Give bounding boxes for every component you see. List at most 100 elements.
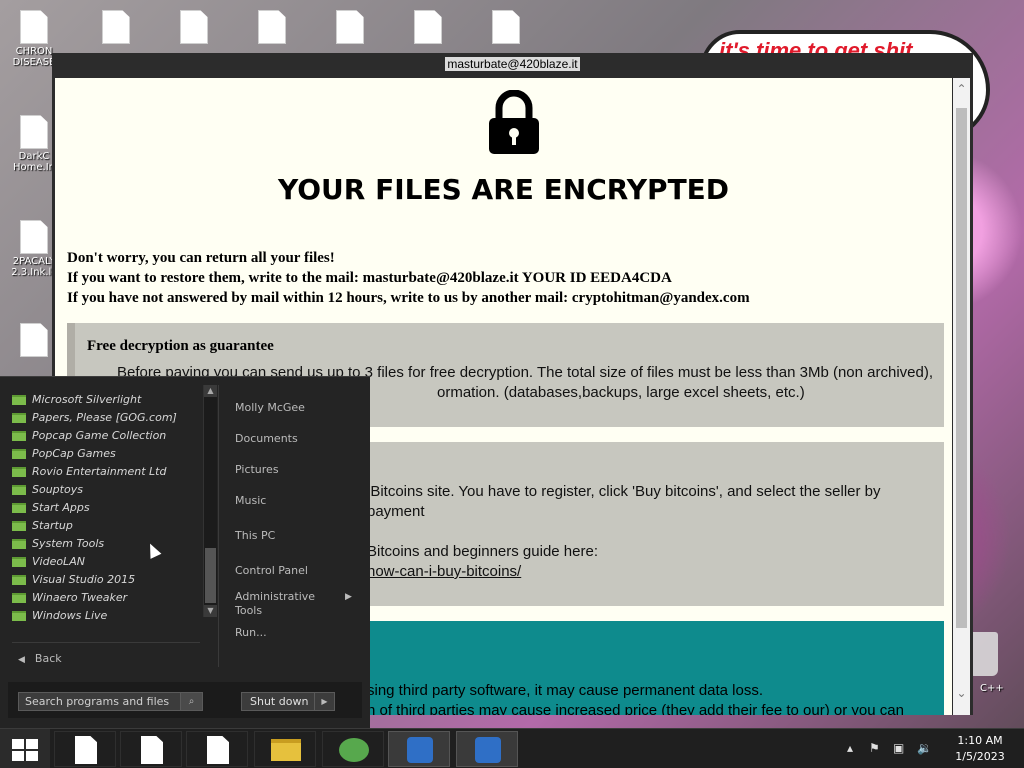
program-folder[interactable]: Microsoft Silverlight bbox=[12, 393, 141, 411]
folder-icon bbox=[12, 503, 26, 513]
bitcoin-guide-link[interactable]: how-can-i-buy-bitcoins/ bbox=[367, 562, 667, 582]
program-folder[interactable]: Rovio Entertainment Ltd bbox=[12, 465, 166, 483]
folder-icon bbox=[12, 431, 26, 441]
flag-icon[interactable]: ⚑ bbox=[869, 741, 880, 755]
taskbar-item-document[interactable] bbox=[120, 731, 182, 767]
program-folder[interactable]: Popcap Game Collection bbox=[12, 429, 166, 447]
search-input[interactable]: Search programs and files ⌕ bbox=[18, 692, 203, 711]
scrollbar-thumb[interactable] bbox=[205, 548, 216, 603]
guarantee-heading: Free decryption as guarantee bbox=[87, 338, 274, 354]
shutdown-label: Shut down bbox=[250, 695, 309, 708]
windows-logo-icon bbox=[12, 739, 38, 761]
window-title: masturbate@420blaze.it bbox=[445, 57, 580, 71]
program-folder[interactable]: System Tools bbox=[12, 537, 104, 555]
desktop-icon-top-2[interactable] bbox=[86, 10, 146, 44]
folder-icon bbox=[271, 739, 301, 761]
taskbar-item-document[interactable] bbox=[54, 731, 116, 767]
info-line: If you want to restore them, write to th… bbox=[67, 270, 672, 286]
volume-icon[interactable]: 🔉 bbox=[917, 741, 932, 755]
desktop-icon-top-3[interactable] bbox=[164, 10, 224, 44]
desktop-icon-top-7[interactable] bbox=[476, 10, 536, 44]
start-menu: Microsoft Silverlight Papers, Please [GO… bbox=[0, 376, 370, 730]
messenger-icon bbox=[339, 738, 369, 762]
start-item-this-pc[interactable]: This PC bbox=[235, 529, 275, 543]
program-folder[interactable]: Papers, Please [GOG.com] bbox=[12, 411, 177, 429]
back-button[interactable]: ◀ Back bbox=[18, 652, 62, 665]
installer-icon bbox=[407, 737, 433, 763]
desktop-icon-top-4[interactable] bbox=[242, 10, 302, 44]
start-item-pictures[interactable]: Pictures bbox=[235, 463, 279, 477]
folder-icon bbox=[12, 575, 26, 585]
program-folder[interactable]: Windows Live bbox=[12, 609, 107, 627]
document-icon bbox=[20, 10, 48, 44]
document-icon bbox=[336, 10, 364, 44]
document-icon bbox=[20, 115, 48, 149]
start-item-user[interactable]: Molly McGee bbox=[235, 401, 305, 415]
page-title: YOUR FILES ARE ENCRYPTED bbox=[277, 173, 730, 206]
window-titlebar[interactable]: masturbate@420blaze.it bbox=[52, 53, 973, 75]
taskbar: ▴ ⚑ ▣ 🔉 1:10 AM 1/5/2023 bbox=[0, 728, 1024, 768]
programs-list: Microsoft Silverlight Papers, Please [GO… bbox=[8, 385, 218, 625]
desktop-icon-top-6[interactable] bbox=[398, 10, 458, 44]
recycle-bin-label: C++ bbox=[980, 683, 1004, 694]
program-folder[interactable]: Startup bbox=[12, 519, 73, 537]
scroll-up-arrow[interactable]: ⌃ bbox=[953, 82, 970, 99]
network-icon[interactable]: ▣ bbox=[893, 741, 904, 755]
program-folder[interactable]: Start Apps bbox=[12, 501, 90, 519]
start-item-control-panel[interactable]: Control Panel bbox=[235, 564, 308, 578]
guarantee-text: ormation. (databases,backups, large exce… bbox=[437, 384, 805, 401]
taskbar-item-installer[interactable] bbox=[388, 731, 450, 767]
content-scrollbar[interactable]: ⌃ ⌄ bbox=[953, 78, 970, 715]
bitcoin-text: Bitcoins and beginners guide here: bbox=[367, 543, 598, 560]
programs-scrollbar[interactable]: ▲ ▼ bbox=[203, 385, 217, 617]
document-icon bbox=[414, 10, 442, 44]
scroll-up-arrow[interactable]: ▲ bbox=[204, 385, 217, 397]
program-folder[interactable]: PopCap Games bbox=[12, 447, 116, 465]
scroll-down-arrow[interactable]: ▼ bbox=[204, 605, 217, 617]
program-folder[interactable]: VideoLAN bbox=[12, 555, 85, 573]
start-button[interactable] bbox=[0, 729, 50, 768]
taskbar-item-document[interactable] bbox=[186, 731, 248, 767]
desktop-icon-top-5[interactable] bbox=[320, 10, 380, 44]
divider bbox=[12, 642, 200, 643]
back-arrow-icon: ◀ bbox=[18, 655, 25, 665]
attention-text: n of third parties may cause increased p… bbox=[367, 702, 904, 715]
taskbar-item-messenger[interactable] bbox=[322, 731, 384, 767]
info-line: Don't worry, you can return all your fil… bbox=[67, 250, 335, 266]
divider bbox=[218, 385, 219, 667]
folder-icon bbox=[12, 611, 26, 621]
chevron-right-icon: ▶ bbox=[345, 592, 352, 602]
scroll-down-arrow[interactable]: ⌄ bbox=[953, 686, 970, 703]
document-icon bbox=[492, 10, 520, 44]
program-folder[interactable]: Visual Studio 2015 bbox=[12, 573, 135, 591]
start-item-admin-tools[interactable]: Administrative Tools ▶ bbox=[235, 590, 352, 618]
taskbar-item-installer-2[interactable] bbox=[456, 731, 518, 767]
start-menu-bottom: Search programs and files ⌕ Shut down ▶ bbox=[8, 682, 362, 718]
start-item-run[interactable]: Run... bbox=[235, 626, 267, 640]
shutdown-button[interactable]: Shut down ▶ bbox=[241, 692, 335, 711]
installer-icon bbox=[475, 737, 501, 763]
folder-icon bbox=[12, 485, 26, 495]
document-icon bbox=[141, 736, 163, 764]
scrollbar-thumb[interactable] bbox=[956, 108, 967, 628]
chevron-right-icon[interactable]: ▶ bbox=[314, 693, 334, 710]
padlock-icon bbox=[489, 90, 539, 154]
search-icon[interactable]: ⌕ bbox=[180, 693, 202, 710]
taskbar-item-explorer[interactable] bbox=[254, 731, 316, 767]
ransom-instructions: Don't worry, you can return all your fil… bbox=[67, 248, 750, 308]
search-placeholder: Search programs and files bbox=[25, 695, 170, 708]
document-icon bbox=[207, 736, 229, 764]
clock-date: 1/5/2023 bbox=[955, 750, 1005, 763]
clock[interactable]: 1:10 AM 1/5/2023 bbox=[945, 733, 1015, 765]
folder-icon bbox=[12, 467, 26, 477]
start-item-music[interactable]: Music bbox=[235, 494, 266, 508]
show-hidden-icons-icon[interactable]: ▴ bbox=[847, 741, 853, 755]
program-folder[interactable]: Souptoys bbox=[12, 483, 83, 501]
folder-icon bbox=[12, 557, 26, 567]
start-item-documents[interactable]: Documents bbox=[235, 432, 298, 446]
info-line: If you have not answered by mail within … bbox=[67, 290, 750, 306]
document-icon bbox=[75, 736, 97, 764]
document-icon bbox=[20, 220, 48, 254]
program-folder[interactable]: Winaero Tweaker bbox=[12, 591, 127, 609]
folder-icon bbox=[12, 449, 26, 459]
